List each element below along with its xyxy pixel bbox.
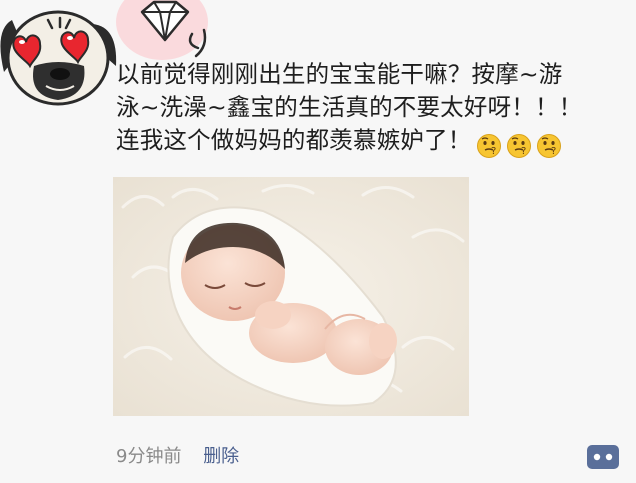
post-text-line: 连我这个做妈妈的都羡慕嫉妒了！??? [116,124,616,161]
post-text-line: 泳~洗澡~鑫宝的生活真的不要太好呀！！！ [116,93,583,121]
timestamp: 9分钟前 [116,446,182,467]
thinking-face-icon: ? [506,133,532,159]
delete-link[interactable]: 删除 [203,446,239,467]
thinking-face-icon: ? [476,133,502,159]
post-text-line-content: 连我这个做妈妈的都羡慕嫉妒了！ [116,126,472,154]
avatar[interactable] [0,0,120,108]
svg-text:?: ? [521,146,527,157]
svg-text:?: ? [551,146,557,157]
moments-post: 以前觉得刚刚出生的宝宝能干嘛？按摩~游 泳~洗澡~鑫宝的生活真的不要太好呀！！！… [0,0,636,483]
post-text-line: 以前觉得刚刚出生的宝宝能干嘛？按摩~游 [116,60,563,88]
post-text: 以前觉得刚刚出生的宝宝能干嘛？按摩~游 泳~洗澡~鑫宝的生活真的不要太好呀！！！… [116,58,616,161]
thinking-face-icon: ? [536,133,562,159]
emoji-group: ??? [476,128,566,161]
diamond-sticker [112,0,222,62]
svg-text:?: ? [491,146,497,157]
post-image[interactable] [113,177,469,416]
comment-button[interactable] [586,444,620,470]
post-footer: 9分钟前 删除 [116,444,239,470]
